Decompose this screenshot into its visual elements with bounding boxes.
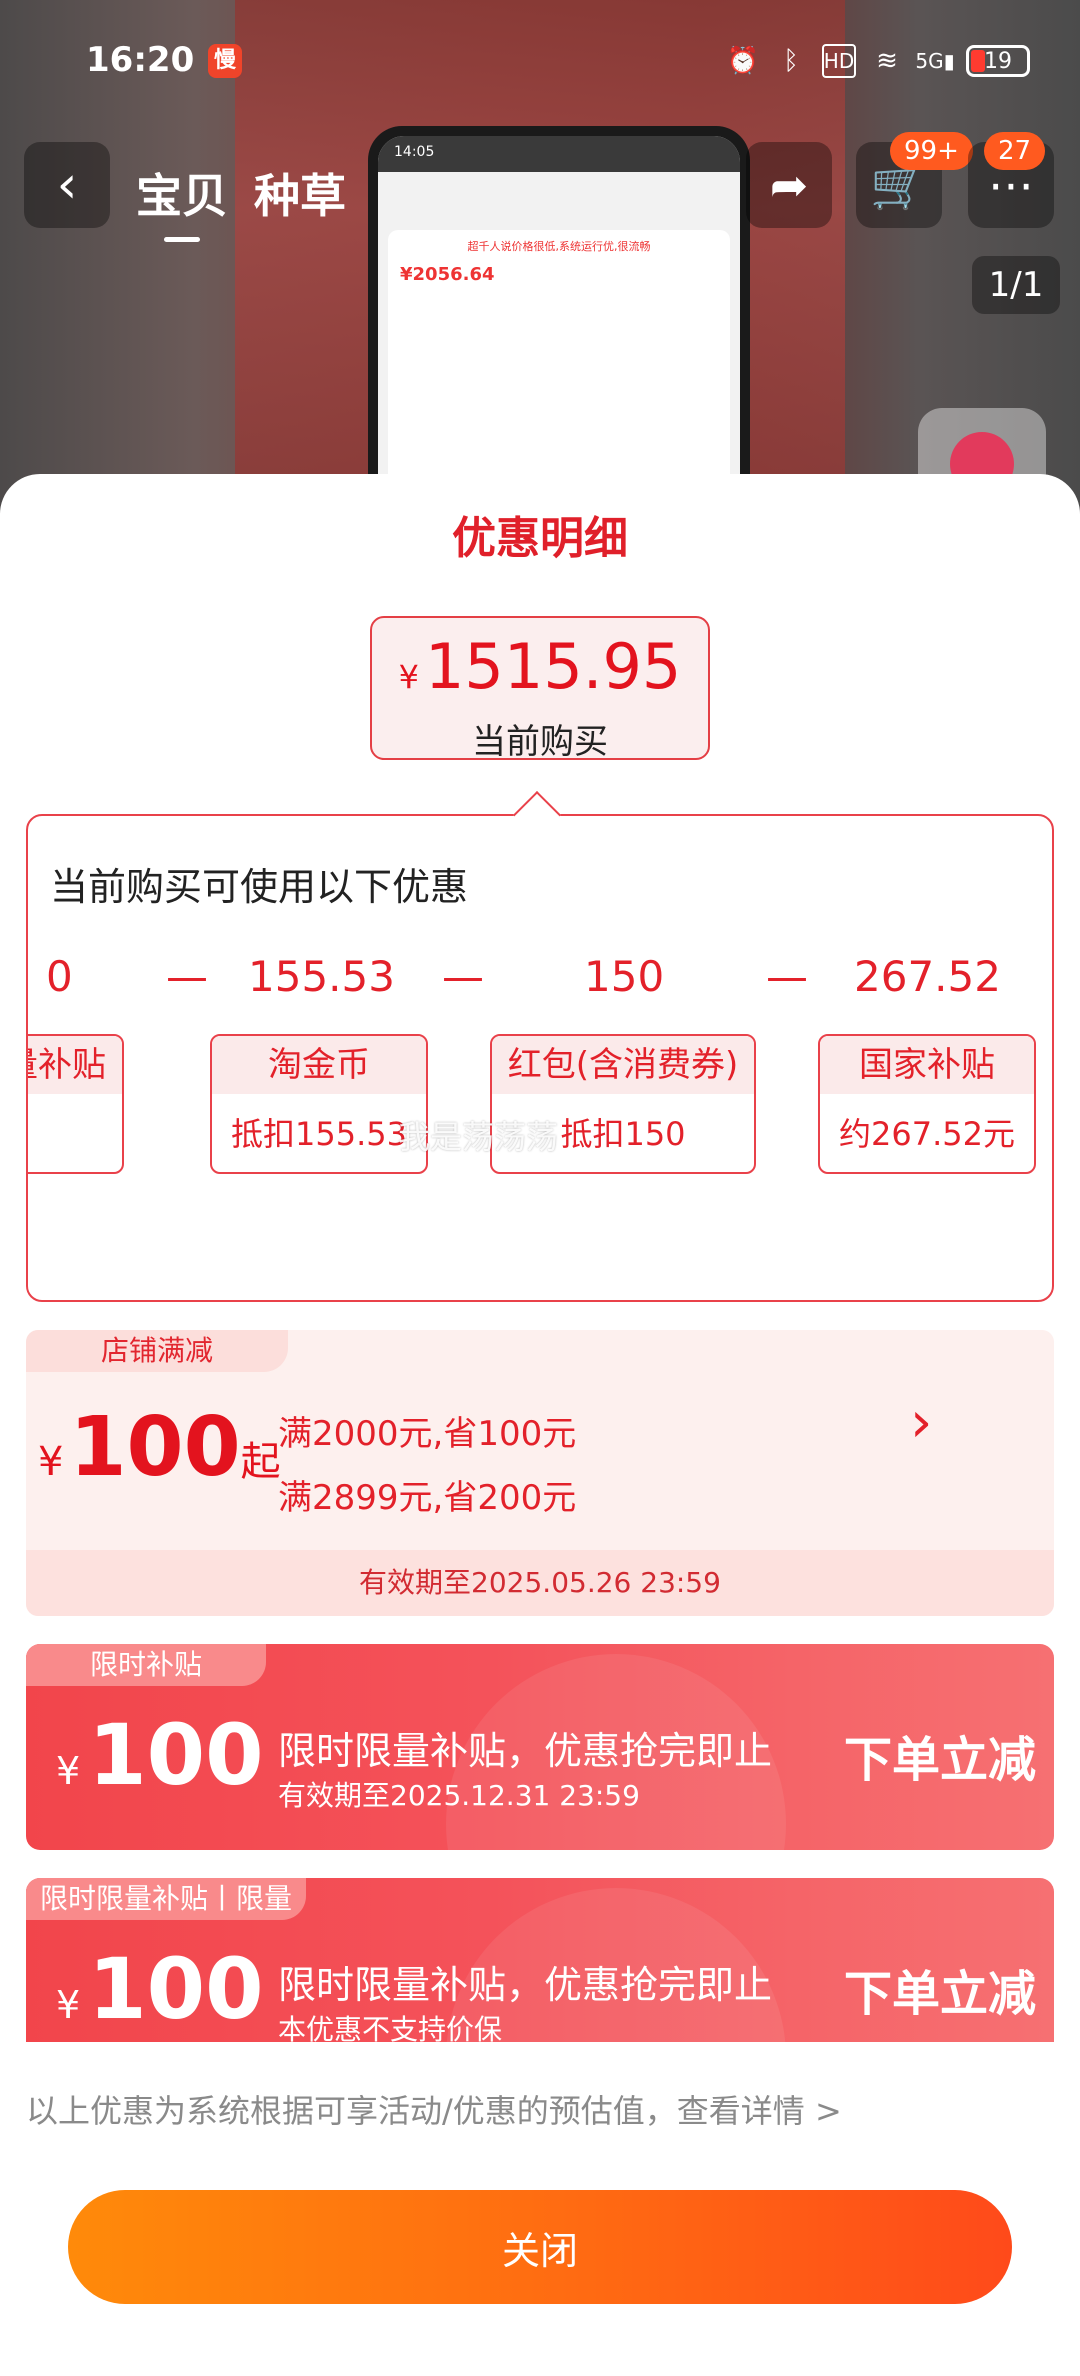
chevron-right-icon[interactable]: › (910, 1390, 932, 1455)
hd-icon: HD (822, 44, 856, 78)
discount-chip: 国家补贴 约267.52元 (818, 1034, 1036, 1174)
chip-body: 约267.52元 (839, 1115, 1015, 1153)
share-button[interactable]: ➦ (746, 142, 832, 228)
coupon-rule: 满2000元,省100元 (278, 1414, 577, 1454)
coupon-amount: ¥100 (56, 1940, 264, 2038)
coupon-action[interactable]: 下单立减 (844, 1954, 1036, 2024)
discount-detail-sheet: 优惠明细 ¥1515.95 当前购买 当前购买可使用以下优惠 0 — 155.5… (0, 474, 1080, 2376)
current-price-box: ¥1515.95 当前购买 (370, 616, 710, 762)
coupon-expiry: 有效期至2025.05.26 23:59 (26, 1550, 1054, 1616)
coupon-tag: 限时限量补贴丨限量 (26, 1878, 307, 1920)
alarm-icon: ⏰ (726, 46, 760, 76)
panel-heading: 当前购买可使用以下优惠 (50, 865, 469, 909)
tab-zhongcao[interactable]: 种草 (254, 160, 346, 226)
coupon-tag: 店铺满减 (26, 1330, 288, 1372)
coupon-value: 100 (88, 1706, 264, 1804)
limited-subsidy-coupon[interactable]: 限时补贴 ¥100 限时限量补贴，优惠抢完即止 有效期至2025.12.31 2… (26, 1644, 1054, 1850)
coupon-action[interactable]: 下单立减 (844, 1720, 1036, 1790)
app-notification-icon: 慢 (208, 44, 242, 78)
limited-quantity-subsidy-coupon[interactable]: 限时限量补贴丨限量 ¥100 限时限量补贴，优惠抢完即止 本优惠不支持价保 下单… (26, 1878, 1054, 2042)
share-icon: ➦ (769, 158, 809, 212)
minus-sign: — (166, 952, 208, 1001)
battery-icon: 19 (966, 45, 1030, 77)
coupon-value: 100 (69, 1400, 241, 1495)
coupon-expiry: 有效期至2025.12.31 23:59 (278, 1779, 640, 1812)
coupon-amount: ¥100 (56, 1706, 264, 1804)
currency-symbol: ¥ (398, 658, 419, 696)
status-time: 16:20 (86, 40, 195, 80)
cart-badge: 99+ (890, 132, 973, 170)
chip-title: 红包(含消费券) (492, 1036, 754, 1094)
chip-body (28, 1094, 122, 1172)
watermark: 我是荡荡荡 (398, 1118, 559, 1156)
signal-5g-icon: 5G▮ (915, 49, 955, 73)
phone-preview-warning: 超千人说价格很低,系统运行优,很流畅 (467, 240, 651, 253)
minus-sign: — (442, 952, 484, 1001)
coupon-description: 限时限量补贴，优惠抢完即止 (278, 1729, 773, 1773)
discount-value: 155.53 (248, 952, 395, 1001)
coupon-note: 本优惠不支持价保 (278, 2013, 503, 2042)
discount-breakdown-panel[interactable]: 当前购买可使用以下优惠 0 — 155.53 — 150 — 267.52 量补… (26, 814, 1054, 1302)
coupon-rule: 满2899元,省200元 (278, 1478, 577, 1518)
current-price-label: 当前购买 (472, 722, 608, 762)
discount-value: 267.52 (854, 952, 1001, 1001)
tab-baobei[interactable]: 宝贝 (136, 160, 228, 242)
coupon-value: 100 (88, 1940, 264, 2038)
chip-title: 量补贴 (28, 1036, 122, 1094)
chip-title: 国家补贴 (820, 1036, 1034, 1094)
more-badge: 27 (984, 132, 1046, 170)
top-nav: ‹ 宝贝 种草 ➦ 🛒 99+ ⋯ 27 (0, 132, 1080, 242)
discount-value: 150 (584, 952, 665, 1001)
discount-values-row: 0 — 155.53 — 150 — 267.52 (28, 952, 1052, 1012)
chevron-left-icon: ‹ (56, 155, 78, 215)
discount-value: 0 (46, 952, 73, 1001)
coupon-suffix: 起 (240, 1439, 281, 1485)
chip-body: 抵扣155.53 (231, 1115, 407, 1153)
coupon-tag: 限时补贴 (26, 1644, 266, 1686)
close-button[interactable]: 关闭 (68, 2190, 1012, 2304)
wifi-icon: ≋ (876, 46, 898, 76)
discount-chip: 淘金币 抵扣155.53 (210, 1034, 428, 1174)
phone-preview-price: ¥2056.64 (400, 264, 495, 285)
coupon-amount: ¥100起 (38, 1400, 281, 1495)
currency-symbol: ¥ (56, 1983, 81, 2027)
sheet-title: 优惠明细 (452, 513, 628, 564)
chip-title: 淘金币 (212, 1036, 426, 1094)
current-price: ¥1515.95 (372, 632, 708, 712)
coupon-description: 限时限量补贴，优惠抢完即止 (278, 1963, 773, 2007)
estimate-note-link[interactable]: 以上优惠为系统根据可享活动/优惠的预估值，查看详情 > (26, 2086, 842, 2132)
battery-level: 19 (984, 48, 1012, 74)
currency-symbol: ¥ (38, 1439, 64, 1485)
image-pager: 1/1 (972, 256, 1060, 314)
current-price-amount: 1515.95 (424, 630, 682, 703)
status-bar: 16:20 慢 ⏰ ᛒ HD ≋ 5G▮ 19 (0, 30, 1080, 96)
back-button[interactable]: ‹ (24, 142, 110, 228)
status-icons: ⏰ ᛒ HD ≋ 5G▮ 19 (726, 44, 1030, 78)
bluetooth-icon: ᛒ (783, 46, 799, 76)
discount-chip: 量补贴 (28, 1034, 124, 1174)
minus-sign: — (766, 952, 808, 1001)
store-discount-coupon[interactable]: 店铺满减 ¥100起 满2000元,省100元 满2899元,省200元 › 有… (26, 1330, 1054, 1616)
currency-symbol: ¥ (56, 1749, 81, 1793)
